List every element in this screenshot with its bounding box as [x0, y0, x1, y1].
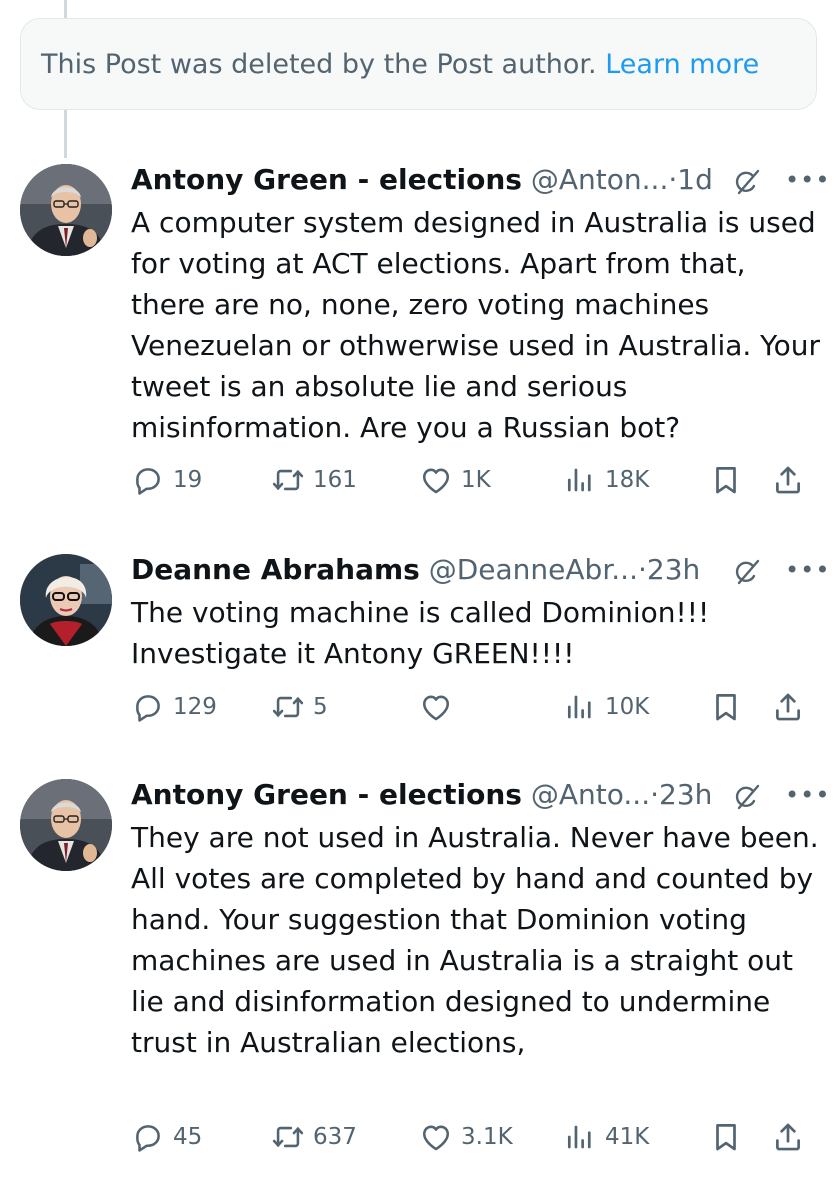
action-bar: 129 5 10K [131, 687, 821, 727]
more-icon[interactable]: ••• [785, 550, 830, 590]
separator-dot: · [637, 553, 647, 586]
separator-dot: · [650, 778, 660, 811]
like-button[interactable]: 1K [419, 460, 491, 500]
view-count: 18K [605, 467, 650, 493]
bookmark-button[interactable] [709, 1117, 743, 1157]
more-icon[interactable]: ••• [785, 160, 830, 200]
avatar[interactable] [20, 779, 112, 871]
avatar[interactable] [20, 554, 112, 646]
deleted-post-notice: This Post was deleted by the Post author… [20, 18, 817, 110]
view-count: 41K [605, 1124, 650, 1150]
share-icon [771, 690, 805, 724]
author-handle[interactable]: @DeanneAbr... [429, 553, 638, 586]
thread-line [64, 110, 67, 158]
reply-icon [131, 463, 165, 497]
like-count: 1K [461, 467, 491, 493]
tweet-text: A computer system designed in Australia … [131, 206, 820, 444]
action-bar: 19 161 1K 18K [131, 460, 821, 500]
author-name[interactable]: Antony Green - elections [131, 778, 522, 811]
repost-button[interactable]: 637 [271, 1117, 357, 1157]
separator-dot: · [668, 163, 678, 196]
repost-icon [271, 1120, 305, 1154]
reply-icon [131, 1120, 165, 1154]
timestamp[interactable]: 1d [677, 163, 713, 196]
repost-count: 161 [313, 467, 357, 493]
grok-icon[interactable] [731, 166, 763, 198]
share-button[interactable] [771, 1117, 805, 1157]
like-button[interactable]: 3.1K [419, 1117, 513, 1157]
heart-icon [419, 1120, 453, 1154]
more-icon[interactable]: ••• [785, 775, 830, 815]
share-button[interactable] [771, 460, 805, 500]
author-handle[interactable]: @Anton... [531, 163, 668, 196]
reply-button[interactable]: 45 [131, 1117, 202, 1157]
bookmark-icon [709, 463, 743, 497]
bookmark-button[interactable] [709, 460, 743, 500]
grok-icon[interactable] [731, 781, 763, 813]
views-icon [563, 1120, 597, 1154]
views-button[interactable]: 10K [563, 687, 649, 727]
reply-button[interactable]: 19 [131, 460, 202, 500]
repost-button[interactable]: 161 [271, 460, 357, 500]
deleted-notice-text: This Post was deleted by the Post author… [41, 49, 597, 80]
repost-button[interactable]: 5 [271, 687, 328, 727]
reply-icon [131, 690, 165, 724]
author-name[interactable]: Deanne Abrahams [131, 553, 420, 586]
like-count: 3.1K [461, 1124, 513, 1150]
repost-count: 637 [313, 1124, 357, 1150]
bookmark-icon [709, 1120, 743, 1154]
tweet-header: Deanne Abrahams @DeanneAbr...·23h ••• [131, 550, 829, 590]
timestamp[interactable]: 23h [647, 553, 700, 586]
author-handle[interactable]: @Anto... [531, 778, 650, 811]
repost-icon [271, 463, 305, 497]
repost-count: 5 [313, 694, 328, 720]
repost-icon [271, 690, 305, 724]
bookmark-icon [709, 690, 743, 724]
views-button[interactable]: 18K [563, 460, 649, 500]
reply-button[interactable]: 129 [131, 687, 217, 727]
action-bar: 45 637 3.1K 41K [131, 1117, 821, 1157]
heart-icon [419, 463, 453, 497]
share-button[interactable] [771, 687, 805, 727]
tweet-header: Antony Green - elections @Anton...·1d ••… [131, 160, 829, 200]
learn-more-link[interactable]: Learn more [605, 49, 759, 80]
timestamp[interactable]: 23h [659, 778, 712, 811]
thread-line [64, 0, 67, 18]
tweet-text: The voting machine is called Dominion!!!… [131, 596, 710, 670]
reply-count: 45 [173, 1124, 203, 1150]
heart-icon [419, 690, 453, 724]
reply-count: 19 [173, 467, 203, 493]
tweet-header: Antony Green - elections @Anto...·23h ••… [131, 775, 829, 815]
like-button[interactable] [419, 687, 461, 727]
bookmark-button[interactable] [709, 687, 743, 727]
share-icon [771, 1120, 805, 1154]
view-count: 10K [605, 694, 650, 720]
views-button[interactable]: 41K [563, 1117, 649, 1157]
grok-icon[interactable] [731, 556, 763, 588]
avatar[interactable] [20, 164, 112, 256]
author-name[interactable]: Antony Green - elections [131, 163, 522, 196]
tweet-text: They are not used in Australia. Never ha… [131, 821, 819, 1059]
share-icon [771, 463, 805, 497]
reply-count: 129 [173, 694, 217, 720]
views-icon [563, 463, 597, 497]
views-icon [563, 690, 597, 724]
